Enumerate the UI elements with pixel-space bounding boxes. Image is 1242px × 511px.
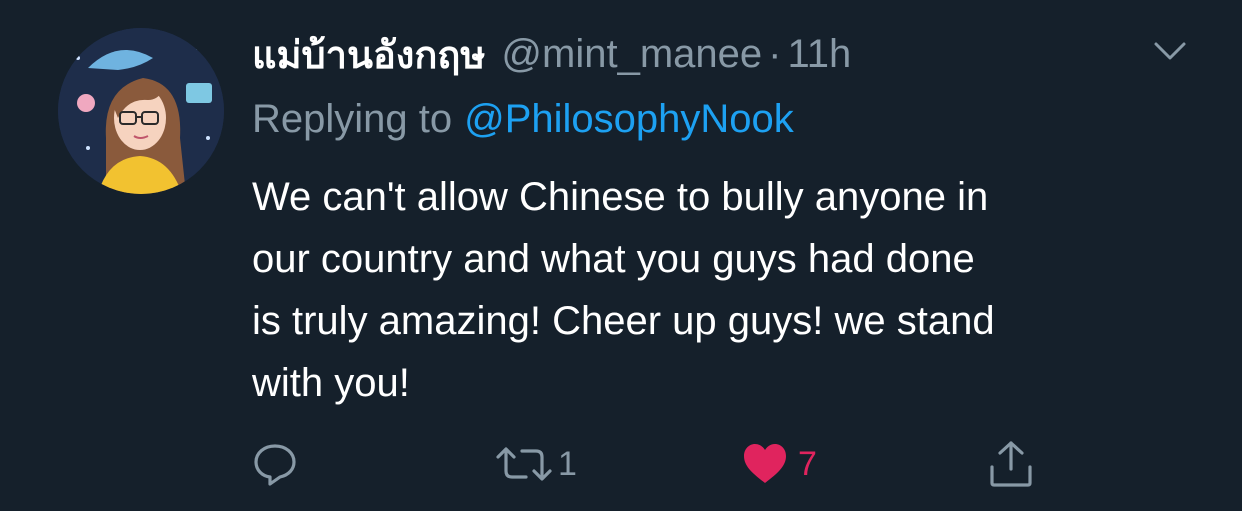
heart-icon <box>744 444 786 483</box>
retweet-button[interactable]: 1 <box>494 436 577 492</box>
tweet-header: แม่บ้านอังกฤษ @mint_manee · 11h <box>252 26 851 82</box>
retweet-count: 1 <box>558 444 577 483</box>
tweet-text-line: We can't allow Chinese to bully anyone i… <box>252 175 989 219</box>
timestamp[interactable]: 11h <box>787 32 851 77</box>
action-bar: 1 7 <box>0 436 1242 492</box>
avatar[interactable] <box>58 28 224 194</box>
tweet-text: We can't allow Chinese to bully anyone i… <box>252 166 1192 414</box>
share-icon <box>990 441 1032 487</box>
reply-icon <box>254 444 296 486</box>
tweet[interactable]: แม่บ้านอังกฤษ @mint_manee · 11h Replying… <box>0 0 1242 511</box>
separator-dot: · <box>768 31 782 76</box>
like-button[interactable]: 7 <box>742 436 817 492</box>
replying-to: Replying to @PhilosophyNook <box>252 92 794 146</box>
reply-button[interactable] <box>252 436 302 492</box>
tweet-text-line: is truly amazing! Cheer up guys! we stan… <box>252 299 995 343</box>
replying-to-label: Replying to <box>252 96 453 141</box>
retweet-icon <box>496 447 552 481</box>
share-button[interactable] <box>986 436 1036 492</box>
like-count: 7 <box>798 444 817 483</box>
user-handle[interactable]: @mint_manee <box>501 32 762 77</box>
chevron-down-icon[interactable] <box>1150 36 1190 64</box>
tweet-text-line: our country and what you guys had done <box>252 237 975 281</box>
tweet-text-line: with you! <box>252 361 410 405</box>
replying-to-link[interactable]: @PhilosophyNook <box>464 97 794 142</box>
display-name[interactable]: แม่บ้านอังกฤษ <box>252 24 485 85</box>
